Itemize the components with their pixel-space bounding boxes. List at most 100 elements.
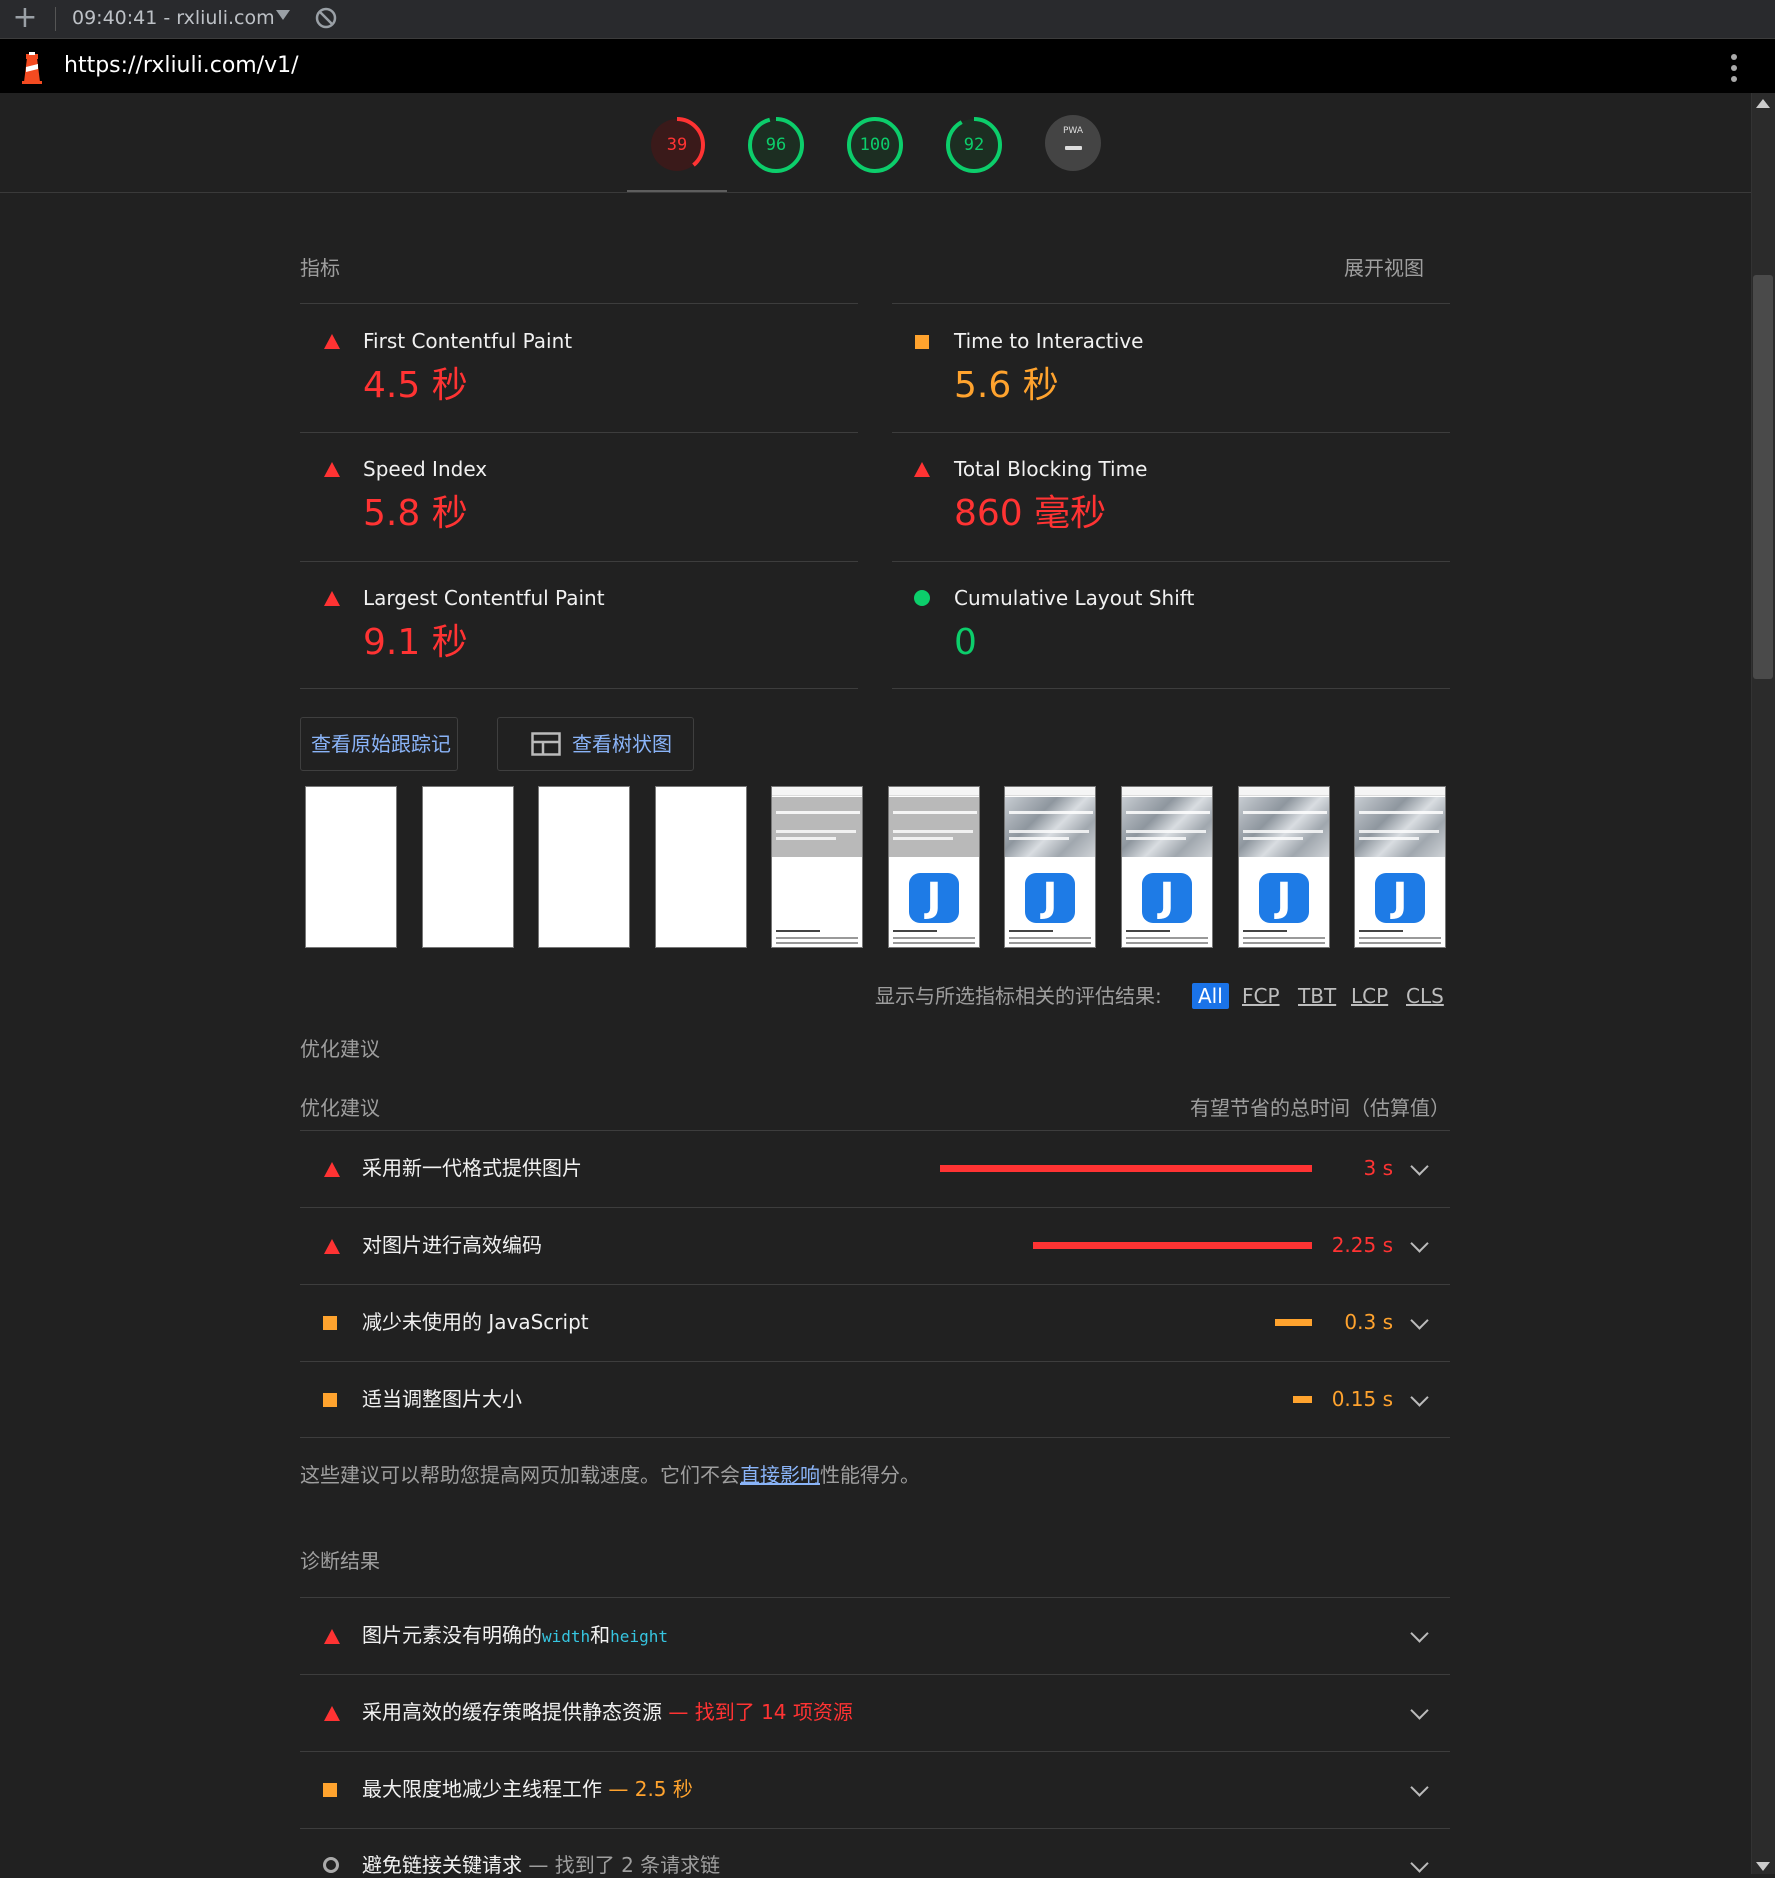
opportunities-column-left: 优化建议: [300, 1096, 380, 1120]
divider: [300, 1130, 1450, 1131]
gauge-seo[interactable]: 92: [944, 115, 1004, 175]
divider: [300, 1361, 1450, 1362]
filmstrip-frame[interactable]: J: [888, 786, 980, 948]
filter-all[interactable]: All: [1192, 983, 1229, 1009]
active-gauge-indicator: [627, 190, 727, 192]
more-options-icon[interactable]: [1722, 52, 1746, 84]
metric-name: Total Blocking Time: [954, 457, 1148, 481]
report-session-label[interactable]: 09:40:41 - rxliuli.com: [72, 6, 275, 30]
audit-detail: — 找到了 14 项资源: [668, 1700, 853, 1724]
pwa-dash-icon: [1065, 146, 1082, 150]
metric-value: 4.5 秒: [363, 365, 468, 406]
report-url[interactable]: https://rxliuli.com/v1/: [64, 52, 299, 80]
savings-value: 0.3 s: [1344, 1310, 1393, 1334]
divider: [300, 1751, 1450, 1752]
clear-icon[interactable]: [314, 6, 338, 30]
divider: [300, 561, 858, 562]
audit-detail: — 2.5 秒: [608, 1777, 693, 1801]
audit-title-text: 采用高效的缓存策略提供静态资源: [362, 1700, 662, 1724]
filmstrip-frame[interactable]: [655, 786, 747, 948]
chevron-down-icon[interactable]: [1410, 1311, 1429, 1330]
metric-name: Largest Contentful Paint: [363, 586, 605, 610]
chevron-down-icon[interactable]: [1410, 1624, 1429, 1643]
view-treemap-button[interactable]: 查看树状图: [497, 717, 694, 771]
metrics-title: 指标: [300, 256, 340, 280]
gauge-accessibility[interactable]: 96: [746, 115, 806, 175]
chevron-down-icon[interactable]: [1410, 1854, 1429, 1873]
app-logo-icon: J: [1259, 873, 1309, 923]
scroll-down-icon[interactable]: [1756, 1862, 1770, 1871]
savings-value: 2.25 s: [1331, 1233, 1393, 1257]
filmstrip-frame[interactable]: J: [1121, 786, 1213, 948]
metric-name: Speed Index: [363, 457, 488, 481]
savings-bar: [1033, 1242, 1312, 1249]
metric-value: 0: [954, 622, 977, 663]
gauge-score: 96: [765, 135, 787, 155]
filmstrip-frame[interactable]: J: [1238, 786, 1330, 948]
average-square-icon: [323, 1316, 337, 1330]
toolbar-divider: [55, 7, 56, 31]
footnote-link[interactable]: 直接影响: [740, 1463, 820, 1487]
expand-view-toggle[interactable]: 展开视图: [1344, 255, 1424, 281]
audit-title[interactable]: 减少未使用的 JavaScript: [362, 1309, 589, 1335]
scroll-up-icon[interactable]: [1756, 99, 1770, 108]
filter-fcp[interactable]: FCP: [1242, 983, 1280, 1009]
filmstrip-frame[interactable]: [771, 786, 863, 948]
chevron-down-icon[interactable]: [1410, 1157, 1429, 1176]
metric-value: 860 毫秒: [954, 493, 1107, 534]
audit-title[interactable]: 对图片进行高效编码: [362, 1232, 542, 1258]
treemap-icon: [531, 732, 561, 756]
app-logo-icon: J: [1142, 873, 1192, 923]
footnote-text: 这些建议可以帮助您提高网页加载速度。它们不会: [300, 1463, 740, 1487]
divider: [892, 303, 1450, 304]
filmstrip-frame[interactable]: [305, 786, 397, 948]
savings-value: 3 s: [1363, 1156, 1393, 1180]
gauge-performance[interactable]: 39: [647, 115, 707, 175]
chevron-down-icon[interactable]: [1410, 1778, 1429, 1797]
fail-triangle-icon: [324, 1162, 340, 1177]
lighthouse-logo-icon: [22, 52, 42, 84]
audit-title[interactable]: 避免链接关键请求 — 找到了 2 条请求链: [362, 1852, 720, 1878]
fail-triangle-icon: [324, 591, 340, 606]
new-report-icon[interactable]: +: [10, 2, 40, 34]
code-width: width: [542, 1627, 591, 1646]
footnote-text: 性能得分。: [820, 1463, 920, 1487]
filmstrip-frame[interactable]: [422, 786, 514, 948]
chevron-down-icon[interactable]: [1410, 1234, 1429, 1253]
fail-triangle-icon: [324, 462, 340, 477]
pwa-label: PWA: [1063, 126, 1083, 136]
fail-triangle-icon: [324, 334, 340, 349]
gauge-score: 39: [666, 135, 688, 155]
audit-title-text: 避免链接关键请求: [362, 1853, 522, 1877]
savings-bar: [1275, 1319, 1312, 1326]
chevron-down-icon[interactable]: [276, 10, 290, 20]
filmstrip-frame[interactable]: J: [1004, 786, 1096, 948]
filter-cls[interactable]: CLS: [1406, 983, 1444, 1009]
filmstrip-frame[interactable]: J: [1354, 786, 1446, 948]
chevron-down-icon[interactable]: [1410, 1701, 1429, 1720]
average-square-icon: [323, 1393, 337, 1407]
view-trace-button[interactable]: 查看原始跟踪记录: [300, 717, 458, 808]
audit-title[interactable]: 适当调整图片大小: [362, 1386, 522, 1412]
metric-value: 5.6 秒: [954, 365, 1059, 406]
metric-name: First Contentful Paint: [363, 329, 573, 353]
filter-lcp[interactable]: LCP: [1351, 983, 1388, 1009]
audit-title-text: 和: [590, 1623, 611, 1647]
divider: [300, 432, 858, 433]
gauge-pwa[interactable]: PWA: [1045, 115, 1101, 171]
metric-value: 5.8 秒: [363, 493, 468, 534]
savings-value: 0.15 s: [1331, 1387, 1393, 1411]
filter-label: 显示与所选指标相关的评估结果:: [875, 984, 1162, 1008]
filmstrip-frame[interactable]: [538, 786, 630, 948]
opportunities-column-right: 有望节省的总时间（估算值）: [1190, 1096, 1450, 1120]
audit-title[interactable]: 采用高效的缓存策略提供静态资源 — 找到了 14 项资源: [362, 1699, 853, 1725]
scrollbar-thumb[interactable]: [1753, 275, 1773, 679]
metric-name: Time to Interactive: [954, 329, 1144, 353]
gauge-best-practices[interactable]: 100: [845, 115, 905, 175]
divider: [300, 1284, 1450, 1285]
filter-tbt[interactable]: TBT: [1298, 983, 1336, 1009]
audit-title[interactable]: 图片元素没有明确的width和height: [362, 1622, 668, 1650]
chevron-down-icon[interactable]: [1410, 1388, 1429, 1407]
audit-title[interactable]: 最大限度地减少主线程工作 — 2.5 秒: [362, 1776, 693, 1802]
audit-title[interactable]: 采用新一代格式提供图片: [362, 1155, 582, 1181]
